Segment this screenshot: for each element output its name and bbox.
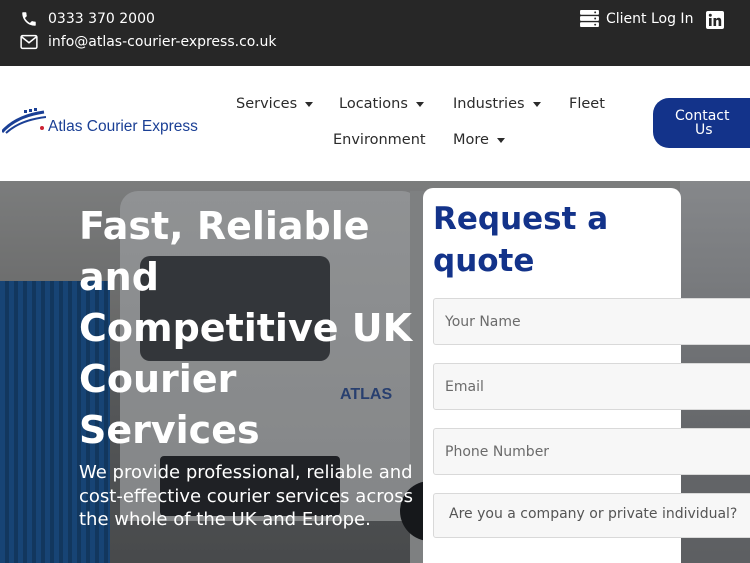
nav-industries[interactable]: Industries (453, 96, 541, 112)
contact-us-button[interactable]: Contact Us (653, 98, 750, 148)
client-login-link[interactable]: Client Log In (580, 10, 693, 27)
nav-more[interactable]: More (453, 132, 505, 148)
email-input[interactable] (433, 363, 750, 410)
quote-form-title: Request a quote (433, 201, 609, 279)
nav-industries-label: Industries (453, 96, 525, 112)
caret-down-icon (415, 101, 424, 107)
client-login-label: Client Log In (606, 10, 694, 27)
phone-number: 0333 370 2000 (48, 11, 155, 27)
email-link[interactable]: info@atlas-courier-express.co.uk (20, 34, 277, 50)
phone-input[interactable] (433, 428, 750, 475)
caret-down-icon (305, 101, 314, 107)
phone-link[interactable]: 0333 370 2000 (20, 10, 155, 28)
site-header: Atlas Courier Express Services Locations… (0, 66, 750, 181)
customer-type-select[interactable]: Are you a company or private individual? (433, 493, 750, 538)
nav-locations[interactable]: Locations (339, 96, 424, 112)
nav-services-label: Services (236, 96, 298, 112)
top-bar: 0333 370 2000 info@atlas-courier-express… (0, 0, 750, 66)
contact-label-line2: Us (695, 122, 713, 138)
nav-services[interactable]: Services (236, 96, 314, 112)
nav-fleet[interactable]: Fleet (569, 96, 605, 112)
email-address: info@atlas-courier-express.co.uk (48, 34, 277, 50)
envelope-icon (20, 34, 38, 50)
nav-fleet-label: Fleet (569, 96, 605, 112)
linkedin-icon[interactable] (706, 11, 724, 29)
server-icon (580, 10, 599, 27)
nav-locations-label: Locations (339, 96, 408, 112)
nav-environment[interactable]: Environment (333, 132, 426, 148)
logo[interactable]: Atlas Courier Express (2, 108, 198, 134)
name-input[interactable] (433, 298, 750, 345)
logo-swoosh-icon (2, 108, 46, 134)
logo-text: Atlas Courier Express (48, 117, 198, 135)
hero-subtitle: We provide professional, reliable and co… (79, 462, 413, 530)
contact-label-line1: Contact (675, 108, 730, 124)
nav-environment-label: Environment (333, 132, 426, 148)
caret-down-icon (532, 101, 541, 107)
phone-icon (22, 12, 36, 26)
hero-title: Fast, Reliable and Competitive UK Courie… (79, 204, 413, 452)
nav-more-label: More (453, 132, 489, 148)
caret-down-icon (496, 137, 505, 143)
